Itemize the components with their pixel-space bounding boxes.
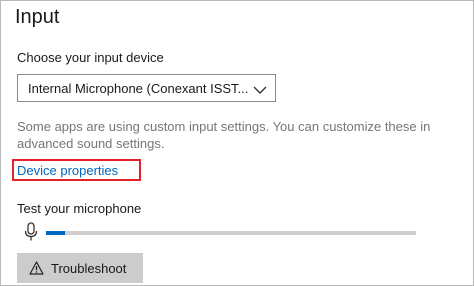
troubleshoot-label: Troubleshoot [51, 261, 127, 276]
microphone-level-fill [46, 231, 65, 235]
input-device-label: Choose your input device [17, 50, 164, 65]
microphone-level-meter [46, 231, 416, 235]
chevron-down-icon [253, 83, 267, 98]
warning-icon [29, 261, 44, 278]
section-title: Input [15, 6, 60, 28]
microphone-icon [24, 222, 38, 247]
input-device-value: Internal Microphone (Conexant ISST... [28, 81, 249, 96]
troubleshoot-button[interactable]: Troubleshoot [17, 253, 143, 283]
test-microphone-label: Test your microphone [17, 201, 142, 216]
device-properties-link[interactable]: Device properties [17, 163, 118, 178]
input-device-dropdown[interactable]: Internal Microphone (Conexant ISST... [17, 74, 276, 102]
custom-settings-hint: Some apps are using custom input setting… [17, 119, 431, 151]
